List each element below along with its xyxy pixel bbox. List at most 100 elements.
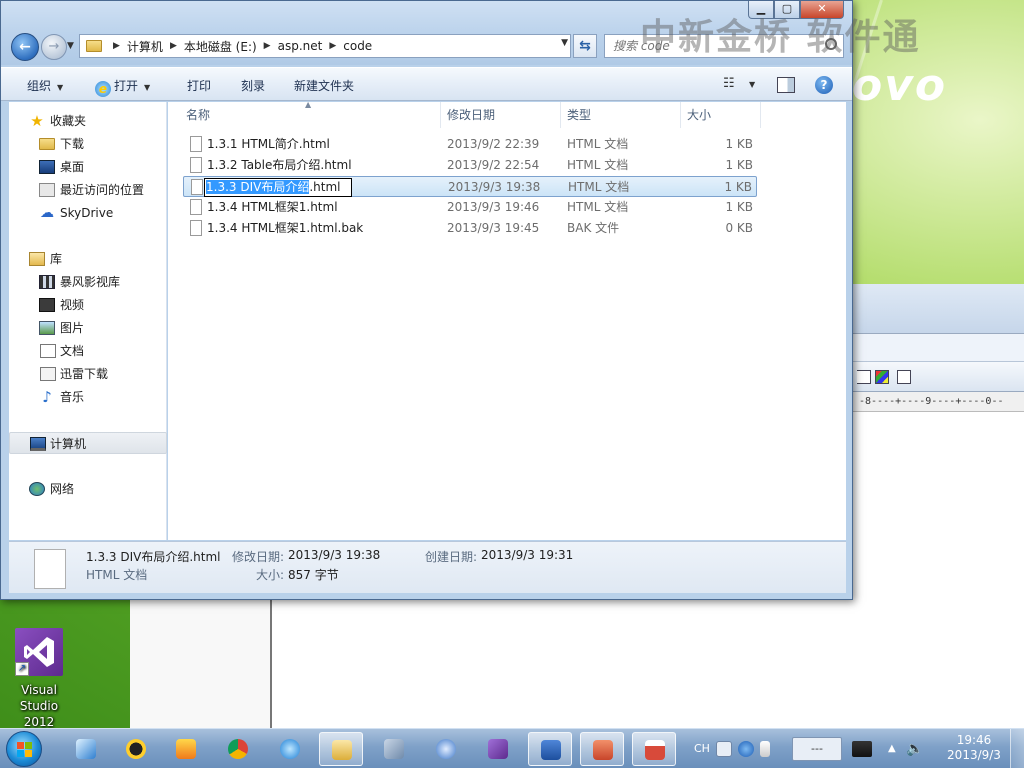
volume-icon[interactable]: 🔈 xyxy=(906,729,923,768)
taskbar-powerpoint[interactable] xyxy=(580,732,624,766)
color-grid-icon[interactable] xyxy=(875,370,889,384)
burn-button[interactable]: 刻录 xyxy=(241,77,265,94)
taskbar-word[interactable] xyxy=(528,732,572,766)
keyboard-icon[interactable] xyxy=(716,741,732,757)
calendar-icon xyxy=(645,740,665,760)
desktop-icon xyxy=(39,160,55,174)
change-view-icon[interactable]: ☷ xyxy=(723,76,741,94)
breadcrumb-local-disk-e[interactable]: 本地磁盘 (E:) xyxy=(184,38,257,55)
clock-date: 2013/9/3 xyxy=(947,748,1001,762)
file-date: 2013/9/2 22:54 xyxy=(447,158,540,172)
address-dropdown-icon[interactable]: ▼ xyxy=(561,38,568,48)
nav-thunder-downloads[interactable]: 迅雷下载 xyxy=(9,363,167,385)
file-date: 2013/9/3 19:46 xyxy=(447,200,540,214)
nav-favorites[interactable]: ★ 收藏夹 xyxy=(9,110,167,132)
file-row[interactable]: 1.3.2 Table布局介绍.html 2013/9/2 22:54 HTML… xyxy=(183,155,757,176)
taskbar-gift-app[interactable] xyxy=(164,732,208,766)
print-button[interactable]: 打印 xyxy=(187,77,211,94)
forward-button[interactable]: → xyxy=(41,34,67,60)
table-icon[interactable] xyxy=(897,370,911,384)
column-header-date[interactable]: 修改日期 xyxy=(447,102,495,128)
nav-pictures[interactable]: 图片 xyxy=(9,317,167,339)
taskbar-qq[interactable] xyxy=(114,732,158,766)
network-icon xyxy=(29,482,45,496)
taskbar-explorer[interactable] xyxy=(319,732,363,766)
nav-recent-label: 最近访问的位置 xyxy=(60,183,145,197)
nav-recent-places[interactable]: 最近访问的位置 xyxy=(9,179,167,201)
nav-storm-video[interactable]: 暴风影视库 xyxy=(9,271,167,293)
file-row[interactable]: 1.3.4 HTML框架1.html 2013/9/3 19:46 HTML 文… xyxy=(183,197,757,218)
system-clock[interactable]: 19:46 2013/9/3 xyxy=(944,733,1004,763)
breadcrumb-chevron-icon[interactable]: ▶ xyxy=(329,41,336,51)
column-header-name[interactable]: 名称 xyxy=(186,102,210,128)
taskbar-chrome[interactable] xyxy=(216,732,260,766)
cloud-icon: ☁ xyxy=(40,205,54,221)
documents-icon xyxy=(40,344,56,358)
taskbar-tools-app[interactable] xyxy=(372,732,416,766)
nav-documents[interactable]: 文档 xyxy=(9,340,167,362)
rename-input[interactable]: 1.3.3 DIV布局介绍.html xyxy=(204,178,352,197)
column-divider[interactable] xyxy=(440,102,441,128)
language-indicator[interactable]: CH xyxy=(694,729,710,768)
preview-pane-icon[interactable] xyxy=(777,77,795,93)
taskbar-internet-explorer[interactable] xyxy=(268,732,312,766)
nav-skydrive-label: SkyDrive xyxy=(60,206,114,220)
open-button[interactable]: e 打开 ▼ xyxy=(95,77,150,97)
show-desktop-button[interactable] xyxy=(1010,729,1024,768)
column-divider[interactable] xyxy=(560,102,561,128)
nav-libraries[interactable]: 库 xyxy=(9,248,167,270)
taskbar-calendar-app[interactable] xyxy=(632,732,676,766)
address-bar[interactable]: ▶ 计算机 ▶ 本地磁盘 (E:) ▶ asp.net ▶ code ▼ xyxy=(79,34,571,58)
breadcrumb-asp-net[interactable]: asp.net xyxy=(278,39,323,53)
recent-pages-chevron-icon[interactable]: ▼ xyxy=(67,41,74,51)
help-icon[interactable] xyxy=(738,741,754,757)
breadcrumb-computer[interactable]: 计算机 xyxy=(127,38,163,55)
internet-explorer-icon xyxy=(280,739,300,759)
ime-status-box[interactable]: --- xyxy=(792,737,842,761)
breadcrumb-code[interactable]: code xyxy=(343,39,372,53)
file-row[interactable]: 1.3.4 HTML框架1.html.bak 2013/9/3 19:45 BA… xyxy=(183,218,757,239)
ime-options-icon[interactable] xyxy=(760,741,770,757)
column-header-size[interactable]: 大小 xyxy=(687,102,711,128)
nav-videos[interactable]: 视频 xyxy=(9,294,167,316)
taskbar-bird-app[interactable] xyxy=(64,732,108,766)
nav-music[interactable]: ♪ 音乐 xyxy=(9,386,167,408)
nav-desktop[interactable]: 桌面 xyxy=(9,156,167,178)
taskbar-visual-studio[interactable] xyxy=(476,732,520,766)
file-size: 1 KB xyxy=(725,137,753,151)
visual-studio-desktop-icon[interactable]: ↗ Visual Studio 2012 xyxy=(4,628,74,730)
refresh-button[interactable]: ⇆ xyxy=(573,34,597,58)
navigation-pane: ★ 收藏夹 下载 桌面 最近访问的位置 ☁ SkyDrive 库 暴风影视库 视… xyxy=(9,102,167,540)
breadcrumb-chevron-icon[interactable]: ▶ xyxy=(170,41,177,51)
nav-computer[interactable]: 计算机 xyxy=(9,432,167,454)
back-button[interactable]: ← xyxy=(11,33,39,61)
start-button[interactable] xyxy=(6,731,42,767)
file-row[interactable]: 1.3.1 HTML简介.html 2013/9/2 22:39 HTML 文档… xyxy=(183,134,757,155)
taskbar-network-app[interactable] xyxy=(424,732,468,766)
rename-extension-text: .html xyxy=(309,180,341,194)
organize-button[interactable]: 组织 ▼ xyxy=(27,77,63,94)
power-plug-icon[interactable] xyxy=(852,741,872,757)
new-folder-button[interactable]: 新建文件夹 xyxy=(294,77,354,94)
breadcrumb-chevron-icon[interactable]: ▶ xyxy=(113,41,120,51)
nav-videos-label: 视频 xyxy=(60,298,85,312)
nav-downloads[interactable]: 下载 xyxy=(9,133,167,155)
nav-network[interactable]: 网络 xyxy=(9,478,167,500)
file-size: 0 KB xyxy=(725,221,753,235)
music-icon: ♪ xyxy=(42,388,52,406)
html-file-icon xyxy=(190,157,202,173)
column-divider[interactable] xyxy=(680,102,681,128)
breadcrumb-chevron-icon[interactable]: ▶ xyxy=(264,41,271,51)
view-options-chevron-icon[interactable]: ▼ xyxy=(749,80,755,98)
toolbar-icon[interactable] xyxy=(857,370,871,384)
nav-skydrive[interactable]: ☁ SkyDrive xyxy=(9,202,167,224)
file-row-selected[interactable]: 1.3.3 DIV布局介绍.html 2013/9/3 19:38 HTML 文… xyxy=(183,176,757,197)
windows-logo-icon xyxy=(17,742,33,758)
column-divider[interactable] xyxy=(760,102,761,128)
help-icon[interactable]: ? xyxy=(815,76,833,94)
nav-favorites-label: 收藏夹 xyxy=(50,114,87,128)
column-header-type[interactable]: 类型 xyxy=(567,102,591,128)
file-type: HTML 文档 xyxy=(568,180,630,194)
show-hidden-icons-icon[interactable]: ▲ xyxy=(888,729,896,768)
powerpoint-icon xyxy=(593,740,613,760)
